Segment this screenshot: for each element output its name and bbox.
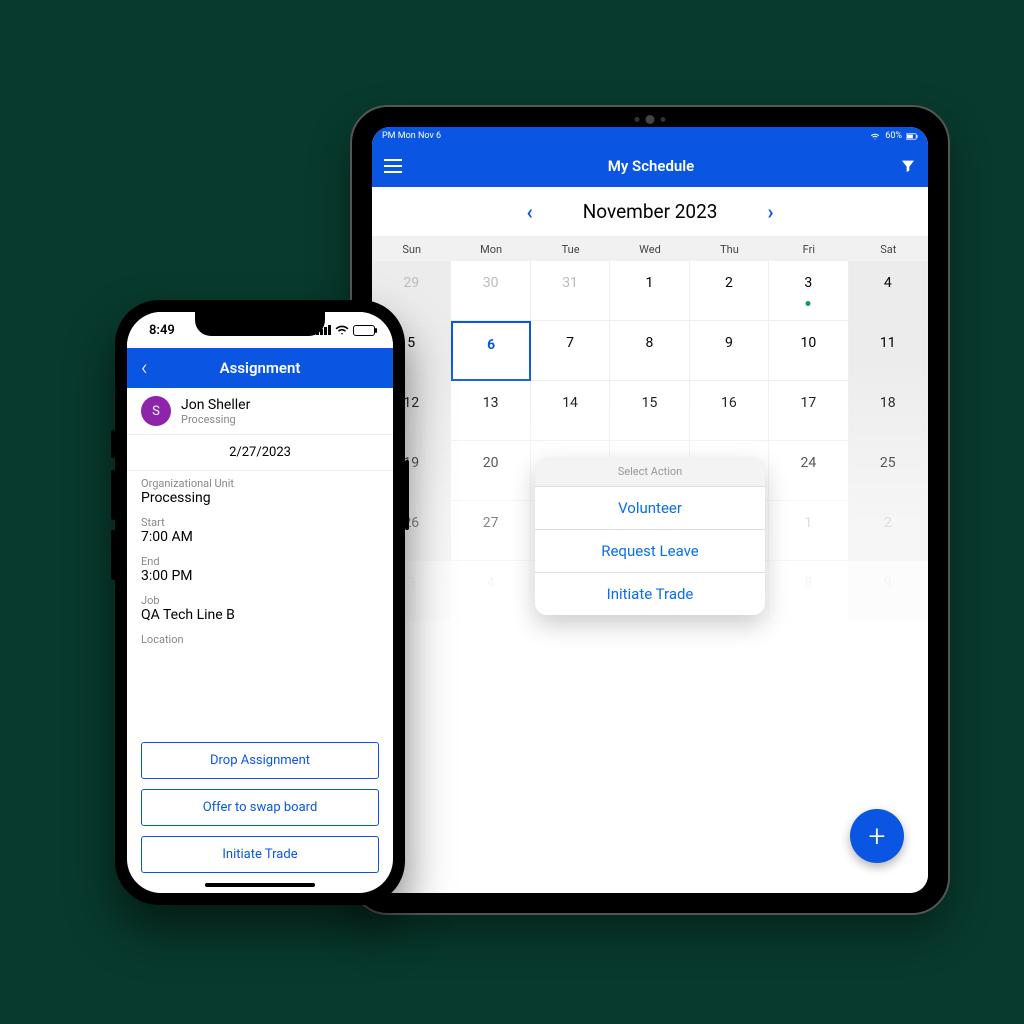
hamburger-menu-icon[interactable] <box>384 159 402 173</box>
calendar-day[interactable]: 25 <box>849 441 928 501</box>
user-row: S Jon Sheller Processing <box>127 388 393 435</box>
calendar-day[interactable]: 7 <box>531 321 610 381</box>
action-sheet-title: Select Action <box>535 457 765 487</box>
calendar-day[interactable]: 1 <box>610 261 689 321</box>
dow-cell: Wed <box>610 237 689 261</box>
event-dot-icon <box>806 301 811 306</box>
calendar-day[interactable]: 9 <box>849 561 928 621</box>
end-value: 3:00 PM <box>141 568 379 584</box>
dow-cell: Sun <box>372 237 451 261</box>
filter-icon[interactable] <box>900 158 916 174</box>
calendar-day[interactable]: 13 <box>451 381 530 441</box>
status-time: 8:49 <box>149 323 175 338</box>
dow-cell: Tue <box>531 237 610 261</box>
user-name: Jon Sheller <box>181 397 250 413</box>
job-label: Job <box>141 594 379 607</box>
calendar-day[interactable]: 1 <box>769 501 848 561</box>
status-time-day: PM Mon Nov 6 <box>382 131 441 141</box>
org-unit-field: Organizational Unit Processing <box>141 477 379 506</box>
offer-swap-button[interactable]: Offer to swap board <box>141 789 379 826</box>
back-button[interactable]: ‹ <box>141 356 148 381</box>
prev-month-button[interactable]: ‹ <box>527 200 533 224</box>
drop-assignment-button[interactable]: Drop Assignment <box>141 742 379 779</box>
avatar: S <box>141 396 171 426</box>
calendar-day[interactable]: 20 <box>451 441 530 501</box>
calendar-day[interactable]: 17 <box>769 381 848 441</box>
month-navigation: ‹ November 2023 › <box>372 187 928 237</box>
action-sheet: Select Action Volunteer Request Leave In… <box>535 457 765 615</box>
tablet-camera-dots <box>635 115 666 124</box>
dow-cell: Sat <box>849 237 928 261</box>
battery-icon <box>353 325 375 336</box>
phone-notch <box>195 312 325 336</box>
phone-header-title: Assignment <box>220 359 301 377</box>
phone-screen: 8:49 ‹ Assignment S Jon Sheller Processi… <box>127 312 393 893</box>
action-buttons: Drop Assignment Offer to swap board Init… <box>127 730 393 873</box>
assignment-date: 2/27/2023 <box>127 435 393 471</box>
calendar-day[interactable]: 16 <box>690 381 769 441</box>
phone-app-header: ‹ Assignment <box>127 348 393 388</box>
location-label: Location <box>141 633 379 646</box>
calendar-day[interactable]: 8 <box>769 561 848 621</box>
dow-cell: Thu <box>690 237 769 261</box>
tablet-header-title: My Schedule <box>608 157 695 175</box>
start-label: Start <box>141 516 379 529</box>
calendar-day[interactable]: 10 <box>769 321 848 381</box>
wifi-icon <box>869 132 881 141</box>
end-field: End 3:00 PM <box>141 555 379 584</box>
tablet-app-header: My Schedule <box>372 145 928 187</box>
calendar-day[interactable]: 4 <box>451 561 530 621</box>
org-unit-value: Processing <box>141 490 379 506</box>
action-request-leave[interactable]: Request Leave <box>535 530 765 573</box>
end-label: End <box>141 555 379 568</box>
action-volunteer[interactable]: Volunteer <box>535 487 765 530</box>
tablet-screen: PM Mon Nov 6 60% My Schedule ‹ November … <box>372 127 928 893</box>
calendar-day[interactable]: 30 <box>451 261 530 321</box>
start-field: Start 7:00 AM <box>141 516 379 545</box>
calendar-day[interactable]: 4 <box>849 261 928 321</box>
tablet-device-frame: PM Mon Nov 6 60% My Schedule ‹ November … <box>350 105 950 915</box>
phone-device-frame: 8:49 ‹ Assignment S Jon Sheller Processi… <box>115 300 405 905</box>
location-field: Location <box>141 633 379 646</box>
next-month-button[interactable]: › <box>767 200 773 224</box>
add-fab-button[interactable]: + <box>850 809 904 863</box>
battery-percent: 60% <box>885 131 902 141</box>
calendar-day[interactable]: 9 <box>690 321 769 381</box>
calendar-day[interactable]: 3 <box>769 261 848 321</box>
dow-cell: Fri <box>769 237 848 261</box>
calendar-day[interactable]: 11 <box>849 321 928 381</box>
month-label: November 2023 <box>583 200 718 223</box>
job-field: Job QA Tech Line B <box>141 594 379 623</box>
day-of-week-header: SunMonTueWedThuFriSat <box>372 237 928 261</box>
assignment-details: Organizational Unit Processing Start 7:0… <box>127 471 393 730</box>
home-indicator <box>205 883 315 887</box>
calendar-day[interactable]: 15 <box>610 381 689 441</box>
start-value: 7:00 AM <box>141 529 379 545</box>
calendar-day[interactable]: 6 <box>451 321 530 381</box>
calendar-day[interactable]: 8 <box>610 321 689 381</box>
calendar-day[interactable]: 2 <box>849 501 928 561</box>
tablet-status-bar: PM Mon Nov 6 60% <box>372 127 928 145</box>
calendar-day[interactable]: 14 <box>531 381 610 441</box>
calendar-day[interactable]: 31 <box>531 261 610 321</box>
user-subtitle: Processing <box>181 413 250 426</box>
calendar-day[interactable]: 27 <box>451 501 530 561</box>
org-unit-label: Organizational Unit <box>141 477 379 490</box>
calendar-day[interactable]: 18 <box>849 381 928 441</box>
initiate-trade-button[interactable]: Initiate Trade <box>141 836 379 873</box>
battery-icon <box>906 132 918 141</box>
wifi-icon <box>335 323 349 337</box>
calendar-day[interactable]: 24 <box>769 441 848 501</box>
calendar-day[interactable]: 2 <box>690 261 769 321</box>
action-initiate-trade[interactable]: Initiate Trade <box>535 573 765 615</box>
plus-icon: + <box>869 819 886 854</box>
job-value: QA Tech Line B <box>141 607 379 623</box>
dow-cell: Mon <box>451 237 530 261</box>
